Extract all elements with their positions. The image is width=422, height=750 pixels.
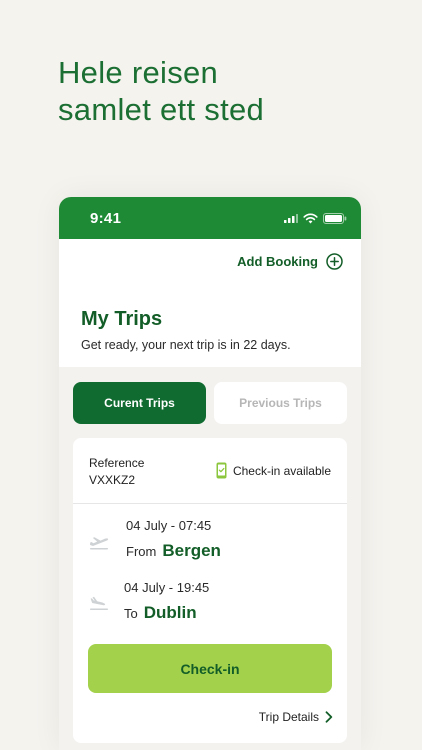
tab-previous-trips[interactable]: Previous Trips: [214, 382, 347, 424]
checkin-status: Check-in available: [216, 462, 331, 479]
page-subtitle: Get ready, your next trip is in 22 days.: [81, 338, 291, 352]
departure-datetime: 04 July - 07:45: [126, 518, 212, 533]
plus-circle-icon: [326, 253, 343, 270]
reference-label: Reference: [89, 456, 145, 470]
phone-frame: 9:41 Add Booking My Trips Get ready, you…: [59, 197, 361, 750]
takeoff-icon: [90, 537, 109, 550]
status-time: 9:41: [90, 209, 122, 227]
departure-prefix: From: [126, 544, 157, 559]
arrival-place: To Dublin: [124, 603, 197, 623]
headline: Hele reisen samlet ett sted: [58, 54, 264, 128]
page-title: My Trips: [81, 308, 163, 330]
checkin-status-label: Check-in available: [232, 463, 331, 478]
arrival-prefix: To: [124, 606, 138, 621]
headline-line-1: Hele reisen: [58, 55, 219, 90]
add-booking-button[interactable]: Add Booking: [237, 253, 343, 270]
trip-card-header: Reference VXXKZ2 Check-in available: [73, 438, 347, 504]
reference-value: VXXKZ2: [89, 473, 136, 487]
trip-details-label: Trip Details: [258, 710, 319, 724]
chevron-right-icon: [325, 711, 333, 723]
add-booking-label: Add Booking: [237, 254, 318, 269]
departure-place: From Bergen: [126, 541, 221, 561]
arrival-city: Dublin: [143, 603, 197, 622]
wifi-icon: [303, 213, 318, 223]
status-icons: [284, 212, 347, 224]
tab-current-trips[interactable]: Curent Trips: [73, 382, 206, 424]
trip-tabs: Curent Trips Previous Trips: [73, 382, 347, 424]
arrival-datetime: 04 July - 19:45: [124, 580, 210, 595]
trip-details-link[interactable]: Trip Details: [259, 710, 333, 724]
trips-header: Add Booking My Trips Get ready, your nex…: [59, 239, 361, 367]
landing-icon: [90, 596, 108, 610]
headline-line-2: samlet ett sted: [58, 92, 265, 127]
signal-icon: [284, 214, 298, 223]
status-bar: 9:41: [59, 197, 361, 239]
phone-check-icon: [216, 462, 227, 479]
checkin-button[interactable]: Check-in: [88, 644, 332, 693]
battery-icon: [323, 212, 347, 224]
trip-card: Reference VXXKZ2 Check-in available 04 J…: [73, 438, 347, 743]
departure-city: Bergen: [162, 541, 221, 560]
